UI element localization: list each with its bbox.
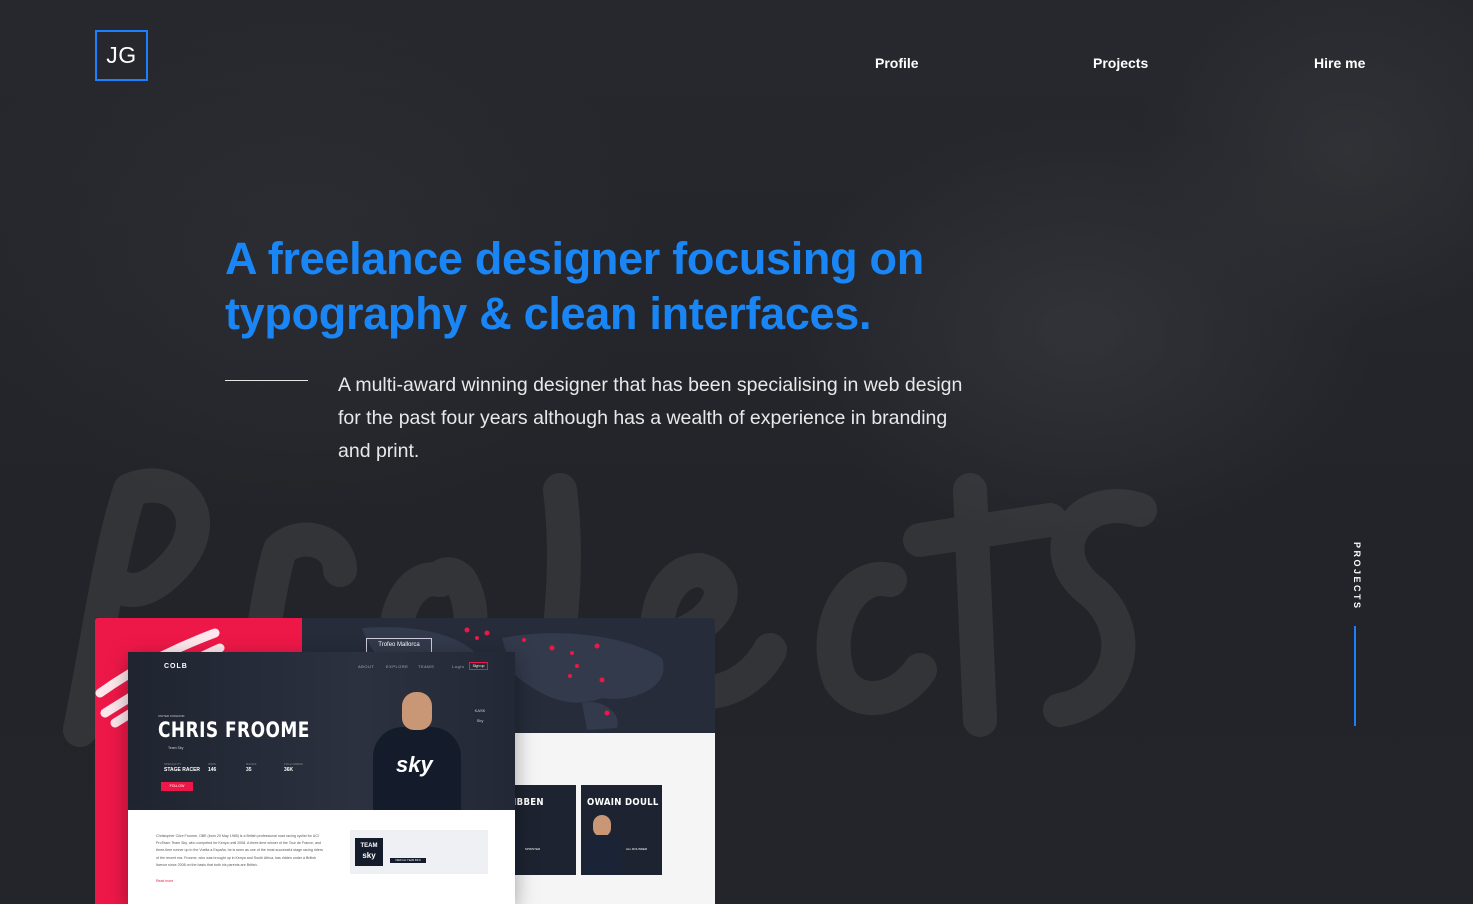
read-more-link: Read more — [156, 879, 174, 883]
sponsor-name: Sky — [476, 718, 484, 723]
site-nav-about: ABOUT — [358, 664, 375, 669]
site-signup-button: Sign up — [469, 662, 488, 670]
site-nav-login: Login — [452, 664, 465, 669]
team-card: TEAM sky VIEW ALL TEAM INFO — [350, 830, 488, 874]
rider-hero: COLB ABOUT EXPLORE TEAMS Login Sign up s… — [128, 652, 515, 810]
stat-label: RACES — [246, 762, 257, 766]
hero-headline: A freelance designer focusing on typogra… — [225, 231, 1025, 341]
headline-line-1: A freelance designer focusing on — [225, 233, 924, 284]
follow-button: FOLLOW — [161, 782, 193, 791]
stat-label: SPECIALITY — [164, 762, 182, 766]
site-nav-explore: EXPLORE — [386, 664, 409, 669]
nav-link-hire-me[interactable]: Hire me — [1314, 55, 1365, 71]
rider-page-screenshot: COLB ABOUT EXPLORE TEAMS Login Sign up s… — [128, 652, 515, 904]
rider-head — [402, 692, 432, 730]
rider-card-2: OWAIN DOULL ALL ROUNDER — [581, 785, 662, 875]
card-name: OWAIN DOULL — [587, 797, 659, 808]
card-rider-head — [593, 815, 611, 837]
stat-value: 36K — [284, 767, 294, 773]
nav-link-profile[interactable]: Profile — [875, 55, 919, 71]
rider-team: Team Sky — [168, 746, 184, 750]
rider-name: CHRIS FROOME — [158, 718, 310, 742]
team-logo: TEAM sky — [355, 838, 383, 866]
logo-text: JG — [106, 42, 137, 68]
map-label: Trofeo Mallorca — [366, 638, 432, 653]
intro-divider — [225, 380, 308, 381]
site-logo[interactable]: JG — [95, 30, 148, 81]
team-info-button: VIEW ALL TEAM INFO — [390, 858, 426, 863]
rider-bio: Christopher Clive Froome, OBE (born 20 M… — [156, 834, 323, 867]
card-role: ALL ROUNDER — [626, 847, 648, 851]
sponsor-column: KASK Sky — [468, 706, 492, 726]
team-logo-line2: sky — [362, 851, 376, 860]
stat-label: FOLLOWERS — [284, 762, 303, 766]
stat-value: STAGE RACER — [164, 767, 201, 773]
headline-line-2: typography & clean interfaces. — [225, 288, 872, 339]
jersey-logo: sky — [396, 752, 433, 777]
card-role: SPRINTER — [525, 847, 541, 851]
site-nav-teams: TEAMS — [418, 664, 435, 669]
card-jersey — [583, 835, 621, 875]
side-indicator-line — [1354, 626, 1356, 726]
stat-value: 35 — [246, 767, 252, 773]
stat-label: WINS — [208, 762, 216, 766]
project-preview[interactable]: Trofeo Mallorca I DIBBEN SPRINTER OWAIN … — [95, 618, 715, 904]
side-section-label[interactable]: PROJECTS — [1348, 542, 1362, 612]
hero-intro: A multi-award winning designer that has … — [338, 374, 963, 462]
stat-value: 146 — [208, 767, 217, 773]
nav-link-projects[interactable]: Projects — [1093, 55, 1148, 71]
sponsor-name: KASK — [474, 708, 486, 713]
site-logo: COLB — [164, 663, 188, 670]
team-logo-line1: TEAM — [360, 843, 378, 849]
